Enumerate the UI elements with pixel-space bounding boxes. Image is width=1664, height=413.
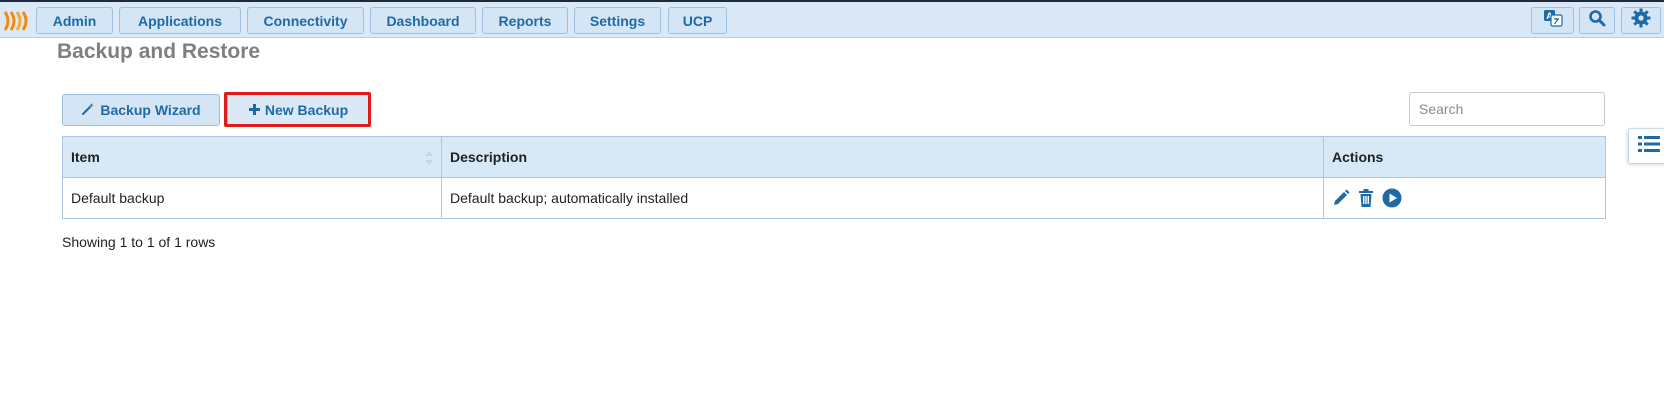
settings-button[interactable] — [1621, 7, 1661, 34]
cell-item: Default backup — [62, 177, 442, 219]
nav-connectivity[interactable]: Connectivity — [247, 7, 364, 34]
nav-admin[interactable]: Admin — [36, 7, 113, 34]
column-header-item-label: Item — [71, 149, 100, 165]
nav-applications[interactable]: Applications — [119, 7, 241, 34]
sort-icon — [425, 151, 433, 165]
backup-wizard-button[interactable]: Backup Wizard — [62, 94, 220, 126]
run-icon[interactable] — [1382, 188, 1402, 208]
language-icon: A — [1543, 9, 1563, 32]
cell-description: Default backup; automatically installed — [441, 177, 1324, 219]
new-backup-label: New Backup — [264, 102, 349, 118]
search-button[interactable] — [1579, 7, 1615, 34]
search-icon — [1588, 9, 1606, 32]
nav-settings[interactable]: Settings — [574, 7, 661, 34]
column-header-actions: Actions — [1323, 136, 1606, 178]
new-backup-button[interactable]: New Backup — [227, 94, 370, 126]
list-icon — [1637, 135, 1660, 158]
cell-actions — [1323, 177, 1606, 219]
top-nav-bar: Admin Applications Connectivity Dashboar… — [0, 0, 1664, 38]
search-input[interactable] — [1409, 92, 1605, 126]
magic-wand-icon — [81, 102, 95, 119]
page-title: Backup and Restore — [57, 40, 261, 63]
gear-icon — [1631, 8, 1651, 33]
backups-table: Item Description Actions Default backup … — [62, 136, 1606, 219]
language-button[interactable]: A — [1531, 7, 1574, 34]
edit-icon[interactable] — [1332, 189, 1350, 207]
plus-icon — [248, 102, 260, 118]
pagination-info: Showing 1 to 1 of 1 rows — [62, 234, 216, 250]
nav-reports[interactable]: Reports — [482, 7, 568, 34]
nav-ucp[interactable]: UCP — [668, 7, 727, 34]
delete-icon[interactable] — [1358, 189, 1374, 207]
side-list-toggle[interactable] — [1628, 128, 1664, 164]
column-header-description: Description — [441, 136, 1324, 178]
backup-wizard-label: Backup Wizard — [100, 102, 201, 118]
nav-dashboard[interactable]: Dashboard — [370, 7, 476, 34]
column-header-item[interactable]: Item — [62, 136, 442, 178]
table-header-row: Item Description Actions — [62, 136, 1606, 178]
logo-icon[interactable] — [2, 10, 32, 32]
table-row: Default backup Default backup; automatic… — [62, 177, 1606, 219]
